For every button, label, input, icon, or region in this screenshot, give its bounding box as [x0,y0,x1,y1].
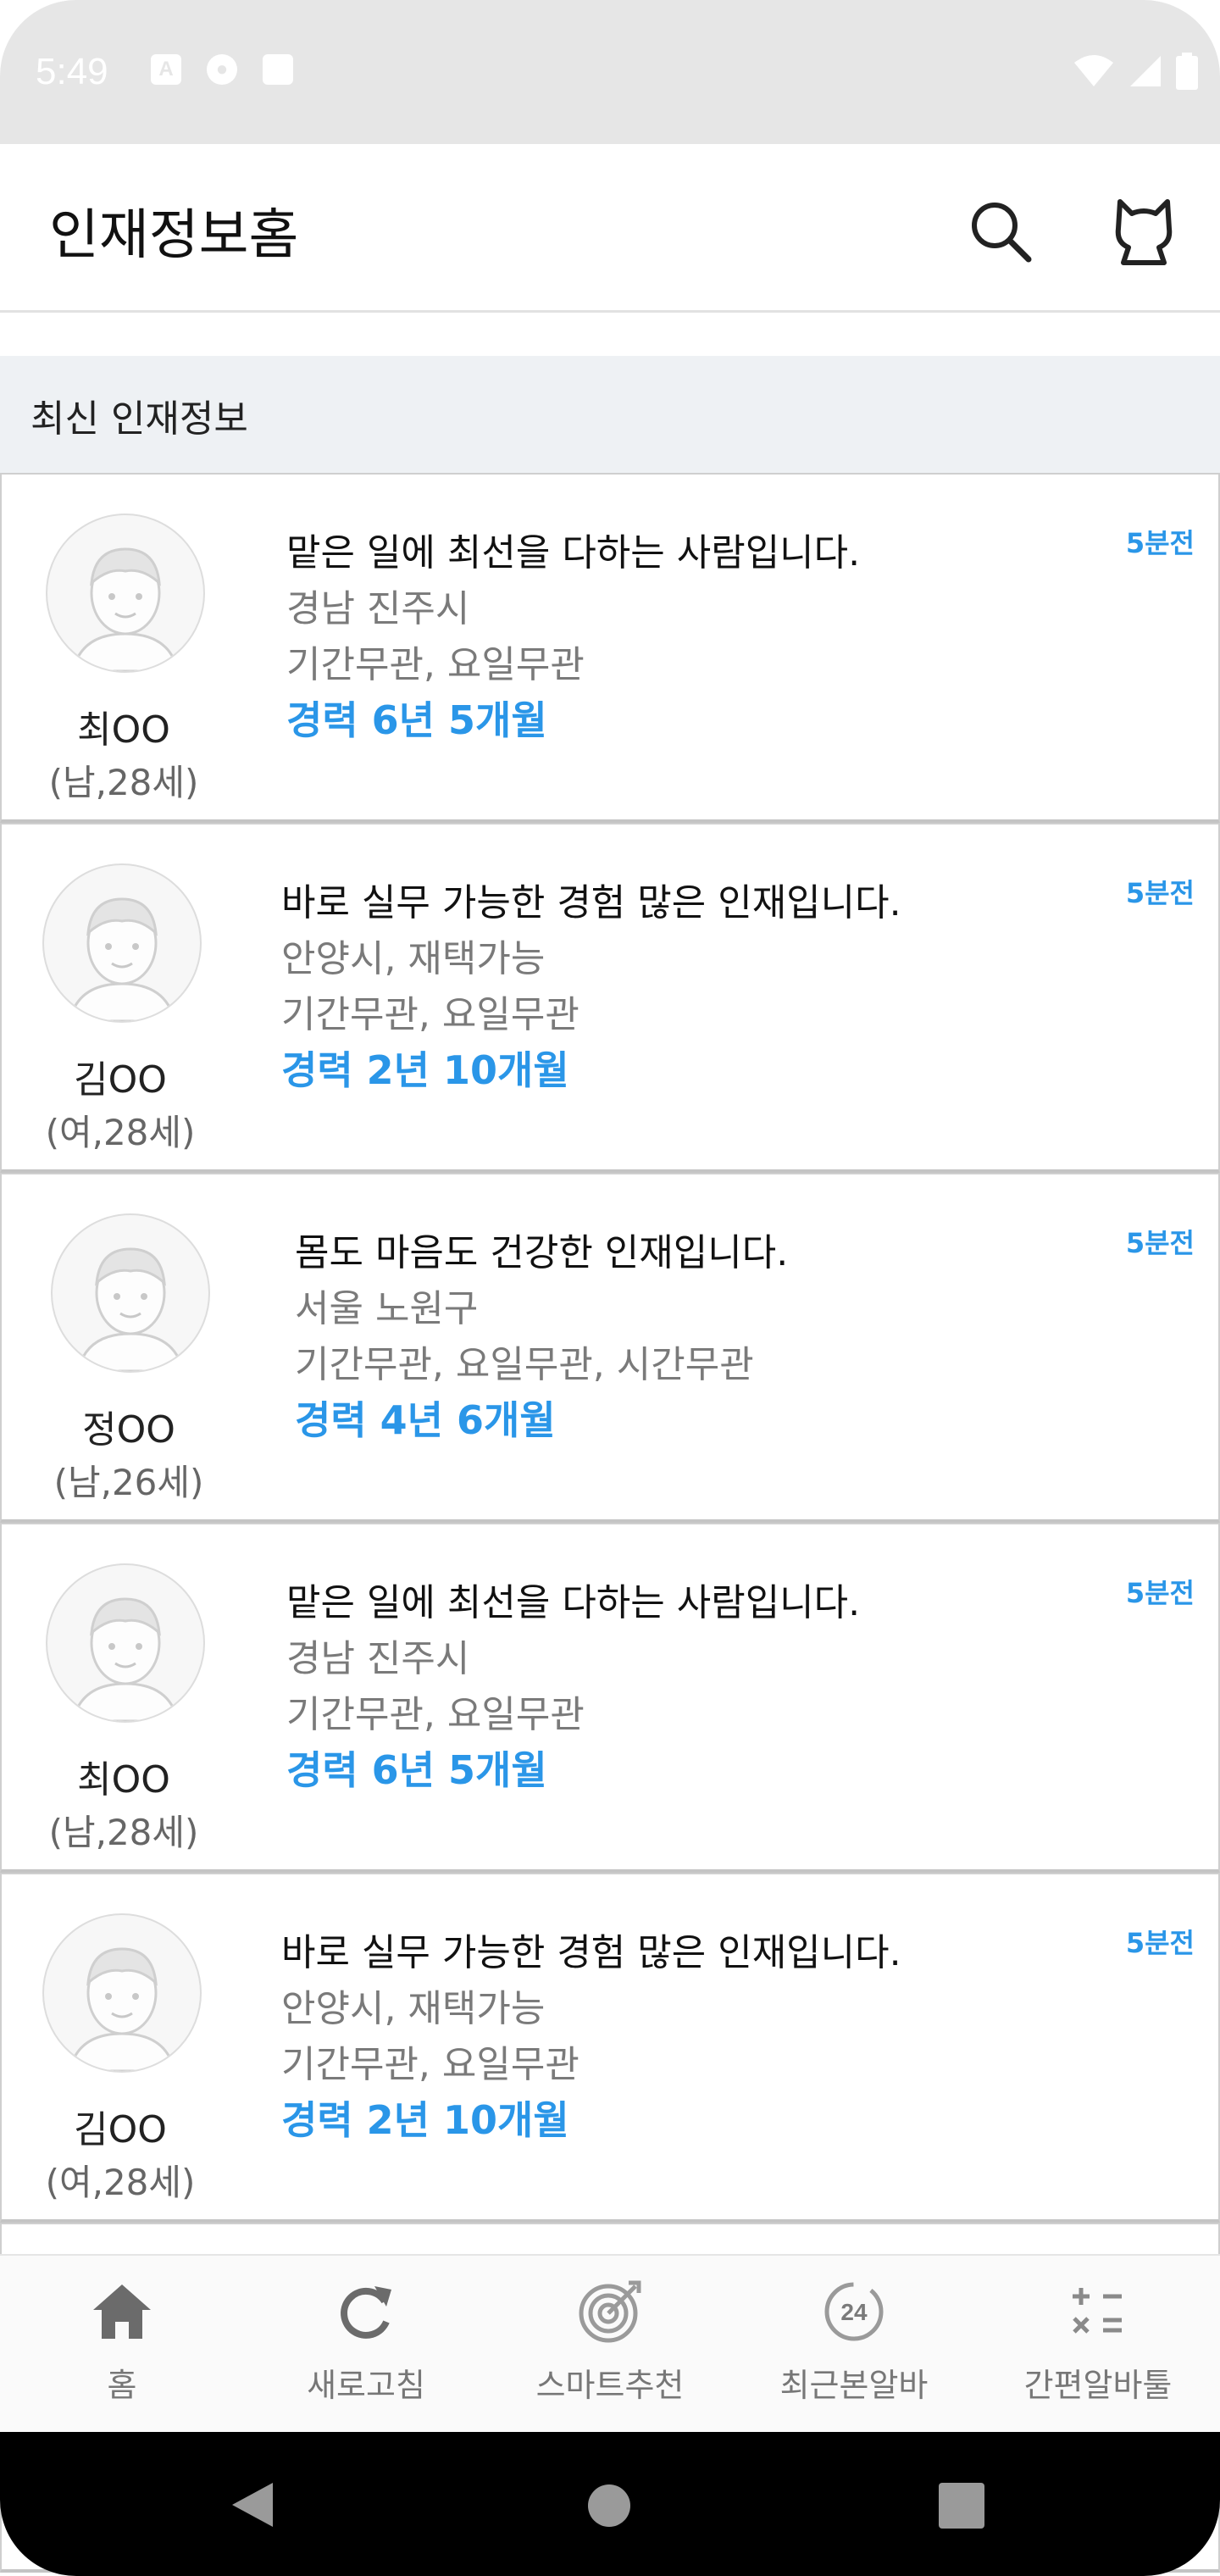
avatar [42,863,202,1023]
candidate-career: 경력 2년 10개월 [281,2097,569,2143]
avatar [42,1913,202,2073]
talent-card[interactable]: 김OO (여,28세) 바로 실무 가능한 경험 많은 인재입니다. 안양시, … [0,823,1220,1173]
talent-card[interactable]: 정OO (남,26세) 몸도 마음도 건강한 인재입니다. 서울 노원구 기간무… [0,1173,1220,1523]
candidate-conditions: 기간무관, 요일무관 [286,1693,585,1736]
cat-profile-icon[interactable] [1110,195,1178,266]
nav-home[interactable]: 홈 [0,2256,244,2434]
person-avatar-icon [76,1247,185,1371]
candidate-conditions: 기간무관, 요일무관 [281,993,580,1036]
page-title: 인재정보홈 [49,204,299,267]
talent-card[interactable]: 최OO (남,28세) 맡은 일에 최선을 다하는 사람입니다. 경남 진주시 … [0,473,1220,823]
nav-recent-jobs[interactable]: 24 최근본알바 [732,2256,976,2434]
candidate-intro: 바로 실무 가능한 경험 많은 인재입니다. [281,881,901,924]
candidate-gender-age: (남,28세) [48,1812,199,1853]
avatar [46,514,205,673]
section-title: 최신 인재정보 [30,397,248,441]
recents-icon[interactable] [939,2483,984,2529]
a-icon: A [151,54,181,85]
home-circle-icon[interactable] [586,2483,632,2529]
candidate-gender-age: (남,28세) [48,762,199,803]
candidate-conditions: 기간무관, 요일무관, 시간무관 [295,1343,754,1386]
24-hours-icon: 24 [824,2282,884,2341]
posted-time: 5분전 [1125,1927,1195,1959]
candidate-name: 최OO [77,708,170,752]
bottom-navigation: 홈 새로고침 스마트추천 24 최근본알바 간편알바툴 [0,2254,1220,2434]
candidate-intro: 몸도 마음도 건강한 인재입니다. [295,1231,789,1274]
status-bar: 5:49 A ● [0,0,1220,144]
candidate-conditions: 기간무관, 요일무관 [281,2043,580,2086]
signal-icon [1130,56,1161,86]
candidate-gender-age: (남,26세) [53,1462,204,1503]
section-header: 최신 인재정보 [0,356,1220,473]
nav-easy-tools-label: 간편알바툴 [1023,2367,1173,2404]
candidate-location: 경남 진주시 [286,587,470,630]
candidate-intro: 맡은 일에 최선을 다하는 사람입니다. [286,531,861,575]
nav-recent-jobs-label: 최근본알바 [779,2367,929,2404]
candidate-conditions: 기간무관, 요일무관 [286,643,585,686]
person-avatar-icon [71,547,180,671]
candidate-career: 경력 6년 5개월 [286,697,547,743]
candidate-name: 김OO [74,1058,167,1102]
calculator-icon [1073,2288,1122,2334]
candidate-location: 경남 진주시 [286,1637,470,1680]
search-icon[interactable] [966,197,1034,264]
candidate-name: 김OO [74,2108,167,2151]
avatar [51,1213,210,1373]
app-bar: 인재정보홈 [0,144,1220,313]
cloud-icon: ● [207,54,237,85]
target-icon [579,2280,641,2343]
nav-smart-recommend[interactable]: 스마트추천 [488,2256,732,2434]
candidate-location: 서울 노원구 [295,1287,479,1330]
talent-card[interactable]: 최OO (남,28세) 맡은 일에 최선을 다하는 사람입니다. 경남 진주시 … [0,1523,1220,1873]
posted-time: 5분전 [1125,527,1195,559]
battery-icon [1176,53,1198,90]
candidate-location: 안양시, 재택가능 [281,1987,546,2030]
nav-smart-recommend-label: 스마트추천 [535,2367,685,2404]
posted-time: 5분전 [1125,877,1195,909]
talent-card[interactable]: 김OO (여,28세) 바로 실무 가능한 경험 많은 인재입니다. 안양시, … [0,1873,1220,2223]
status-left-icons: A ● [151,54,293,85]
sd-card-icon [263,54,293,85]
candidate-career: 경력 6년 5개월 [286,1747,547,1793]
back-icon[interactable] [229,2479,276,2530]
candidate-location: 안양시, 재택가능 [281,937,546,980]
nav-refresh-label: 새로고침 [307,2367,425,2404]
refresh-icon [341,2286,391,2339]
status-time: 5:49 [36,51,108,92]
nav-refresh[interactable]: 새로고침 [244,2256,488,2434]
posted-time: 5분전 [1125,1227,1195,1259]
candidate-name: 정OO [82,1408,175,1452]
home-icon [93,2285,151,2339]
candidate-name: 최OO [77,1758,170,1802]
candidate-career: 경력 4년 6개월 [295,1397,556,1443]
candidate-career: 경력 2년 10개월 [281,1047,569,1093]
person-avatar-icon [68,1947,176,2071]
system-navigation-bar [0,2432,1220,2576]
posted-time: 5분전 [1125,1577,1195,1609]
candidate-intro: 맡은 일에 최선을 다하는 사람입니다. [286,1581,861,1624]
svg-text:24: 24 [840,2299,868,2325]
candidate-gender-age: (여,28세) [45,1112,196,1153]
person-avatar-icon [68,897,176,1021]
wifi-icon [1074,55,1113,86]
avatar [46,1563,205,1723]
nav-easy-tools[interactable]: 간편알바툴 [976,2256,1220,2434]
candidate-intro: 바로 실무 가능한 경험 많은 인재입니다. [281,1931,901,1974]
status-right-icons [1073,53,1198,90]
nav-home-label: 홈 [107,2367,137,2404]
candidate-gender-age: (여,28세) [45,2162,196,2203]
person-avatar-icon [71,1597,180,1721]
